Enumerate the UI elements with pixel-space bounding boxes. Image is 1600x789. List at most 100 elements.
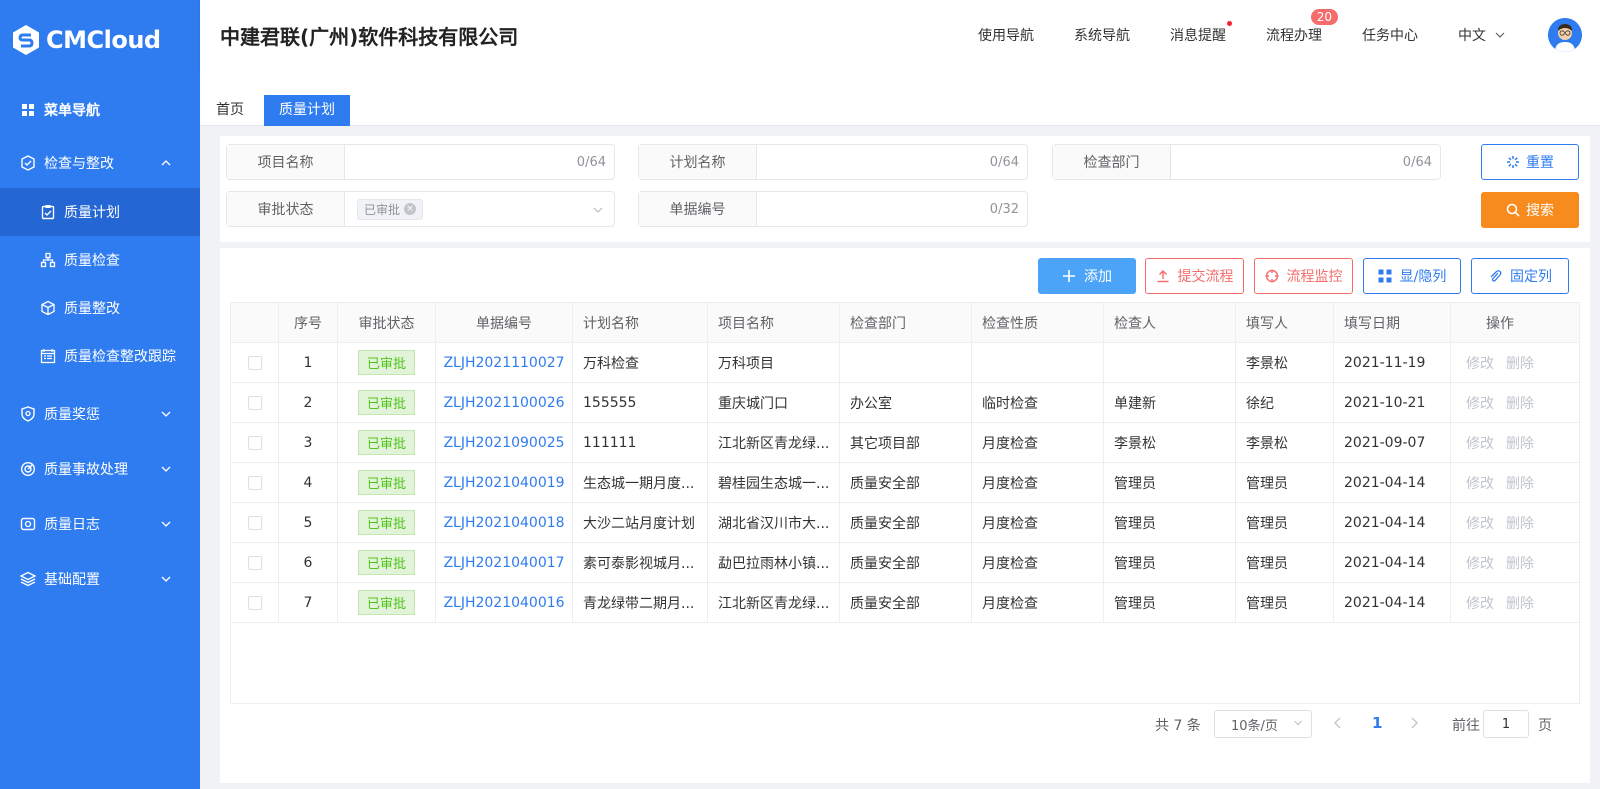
add-button[interactable]: 添加	[1038, 258, 1136, 294]
submit-flow-button[interactable]: 提交流程	[1145, 258, 1244, 294]
table-row[interactable]: 7 已审批 ZLJH2021040016 青龙绿带二期月... 江北新区青龙绿... 质量…	[231, 583, 1579, 623]
delete-button[interactable]: 删除	[1506, 353, 1534, 373]
cell-text: 管理员	[1114, 555, 1156, 572]
chevron-left-icon[interactable]	[1332, 716, 1344, 730]
doc-no-link[interactable]: ZLJH2021040016	[443, 595, 564, 611]
goto-page-input[interactable]: 1	[1483, 710, 1529, 738]
cell-text: 2021-10-21	[1344, 394, 1426, 411]
delete-button[interactable]: 删除	[1506, 393, 1534, 413]
project-name-input[interactable]: 0/64	[345, 145, 614, 179]
sidebar-item-accident[interactable]: 质量事故处理	[0, 441, 200, 496]
sidebar-item-quality-tracking[interactable]: 质量检查整改跟踪	[0, 332, 200, 380]
table-cell-date: 2021-04-14	[1334, 583, 1451, 622]
table-cell-status: 已审批	[338, 543, 436, 582]
table-cell-date: 2021-04-14	[1334, 543, 1451, 582]
table-cell-dept: 质量安全部	[840, 583, 972, 622]
doc-no-link[interactable]: ZLJH2021040018	[443, 515, 564, 531]
delete-button[interactable]: 删除	[1506, 513, 1534, 533]
tab-home[interactable]: 首页	[200, 95, 260, 126]
doc-no-link[interactable]: ZLJH2021100026	[443, 395, 564, 411]
monitor-flow-button[interactable]: 流程监控	[1254, 258, 1353, 294]
system-nav-link[interactable]: 系统导航	[1074, 25, 1130, 45]
delete-button[interactable]: 删除	[1506, 433, 1534, 453]
avatar[interactable]	[1548, 18, 1582, 52]
table-row[interactable]: 5 已审批 ZLJH2021040018 大沙二站月度计划 湖北省汉川市大... 质量安全…	[231, 503, 1579, 543]
cell-text: 素可泰影视城月...	[583, 555, 695, 572]
sidebar-item-quality-rectification[interactable]: 质量整改	[0, 284, 200, 332]
edit-button[interactable]: 修改	[1466, 553, 1494, 573]
sidebar-item-log[interactable]: 质量日志	[0, 496, 200, 551]
table-cell-project-name: 重庆城门口	[708, 383, 840, 422]
edit-button[interactable]: 修改	[1466, 353, 1494, 373]
doc-no-link[interactable]: ZLJH2021040019	[443, 475, 564, 491]
table-cell-nature: 临时检查	[972, 383, 1104, 422]
edit-button[interactable]: 修改	[1466, 473, 1494, 493]
page-size-select[interactable]: 10条/页	[1214, 710, 1312, 738]
header-cell-nature: 检查性质	[972, 303, 1104, 342]
close-icon[interactable]: ×	[404, 203, 417, 215]
delete-button[interactable]: 删除	[1506, 473, 1534, 493]
usage-nav-link[interactable]: 使用导航	[978, 25, 1034, 45]
row-checkbox[interactable]	[247, 355, 262, 370]
table-row[interactable]: 6 已审批 ZLJH2021040017 素可泰影视城月... 勐巴拉雨林小镇... 质量…	[231, 543, 1579, 583]
table-cell-project-name: 勐巴拉雨林小镇...	[708, 543, 840, 582]
language-select[interactable]: 中文	[1458, 25, 1506, 45]
sidebar-item-reward-penalty[interactable]: 质量奖惩	[0, 386, 200, 441]
edit-button[interactable]: 修改	[1466, 433, 1494, 453]
doc-no-input[interactable]: 0/32	[757, 192, 1027, 226]
doc-no-link[interactable]: ZLJH2021110027	[443, 355, 564, 371]
table-cell-writer: 管理员	[1236, 503, 1334, 542]
reset-button[interactable]: 重置	[1481, 144, 1579, 180]
row-checkbox[interactable]	[247, 555, 262, 570]
messages-link[interactable]: 消息提醒	[1170, 21, 1232, 45]
table-row[interactable]: 2 已审批 ZLJH2021100026 155555 重庆城门口 办公室 临时检查 单建新 徐…	[231, 383, 1579, 423]
sidebar-item-quality-plan[interactable]: 质量计划	[0, 188, 200, 236]
clipboard-check-icon	[40, 204, 56, 220]
cell-text: 月度检查	[982, 555, 1038, 572]
sidebar-item-quality-inspection[interactable]: 质量检查	[0, 236, 200, 284]
sidebar-item-inspect-rectify[interactable]: 检查与整改	[0, 138, 200, 188]
goto-label: 前往	[1452, 718, 1480, 734]
header-cell-index: 序号	[279, 303, 338, 342]
row-checkbox[interactable]	[247, 475, 262, 490]
tasks-link[interactable]: 任务中心	[1362, 25, 1418, 45]
edit-button[interactable]: 修改	[1466, 513, 1494, 533]
layers-icon	[20, 571, 36, 587]
dept-input[interactable]: 0/64	[1171, 145, 1440, 179]
approval-status-select[interactable]: 已审批 ×	[345, 192, 614, 226]
edit-button[interactable]: 修改	[1466, 593, 1494, 613]
sidebar-item-config[interactable]: 基础配置	[0, 551, 200, 606]
grid-icon	[1378, 269, 1392, 283]
plan-name-input[interactable]: 0/64	[757, 145, 1027, 179]
cell-text: 质量安全部	[850, 555, 920, 572]
tab-quality-plan[interactable]: 质量计划	[264, 95, 350, 126]
table-row[interactable]: 3 已审批 ZLJH2021090025 111111 江北新区青龙绿... 其它项目部 月…	[231, 423, 1579, 463]
table-row[interactable]: 4 已审批 ZLJH2021040019 生态城一期月度... 碧桂园生态城一... 质量…	[231, 463, 1579, 503]
sidebar-item-menu-nav[interactable]: 菜单导航	[0, 82, 200, 138]
row-checkbox[interactable]	[247, 515, 262, 530]
sidebar-item-label: 质量整改	[64, 301, 120, 317]
row-checkbox[interactable]	[247, 595, 262, 610]
process-link[interactable]: 流程办理 20	[1266, 9, 1338, 45]
edit-button[interactable]: 修改	[1466, 393, 1494, 413]
doc-no-link[interactable]: ZLJH2021040017	[443, 555, 564, 571]
search-button[interactable]: 搜索	[1481, 192, 1579, 228]
doc-no-link[interactable]: ZLJH2021090025	[443, 435, 564, 451]
row-checkbox[interactable]	[247, 395, 262, 410]
delete-button[interactable]: 删除	[1506, 593, 1534, 613]
row-checkbox[interactable]	[247, 435, 262, 450]
cell-text: 碧桂园生态城一...	[718, 475, 830, 492]
cell-text: 办公室	[850, 395, 892, 412]
target-icon	[20, 461, 36, 477]
current-page[interactable]: 1	[1372, 714, 1382, 732]
status-badge: 已审批	[357, 590, 415, 615]
calendar-list-icon	[40, 348, 56, 364]
table-cell-plan-name: 大沙二站月度计划	[573, 503, 708, 542]
chevron-right-icon[interactable]	[1408, 716, 1420, 730]
table-row[interactable]: 1 已审批 ZLJH2021110027 万科检查 万科项目 李景松 2021-11-19 修…	[231, 343, 1579, 383]
delete-button[interactable]: 删除	[1506, 553, 1534, 573]
table-panel: 添加 提交流程 流程监控 显/隐列 固定列 序号 审批状态 单据编号 计划名称 项目名称…	[220, 248, 1590, 783]
fixed-columns-button[interactable]: 固定列	[1471, 258, 1569, 294]
logo[interactable]: CMCloud	[0, 0, 200, 80]
show-hide-columns-button[interactable]: 显/隐列	[1363, 258, 1461, 294]
